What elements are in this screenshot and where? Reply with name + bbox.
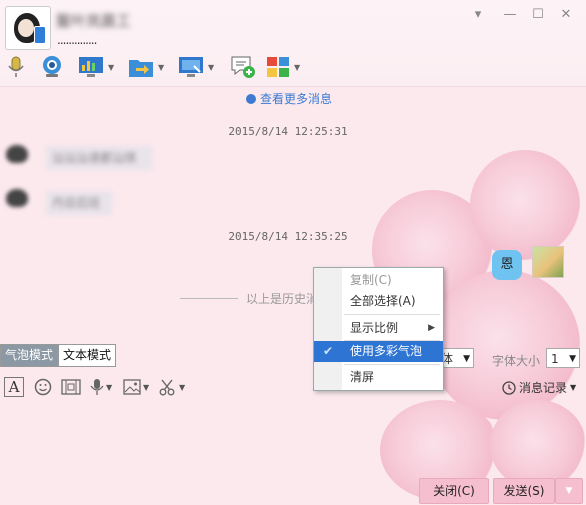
voice-call-button[interactable]	[6, 54, 26, 80]
minimize-button[interactable]: —	[500, 6, 520, 24]
close-window-button[interactable]: ✕	[556, 6, 576, 24]
submenu-arrow-icon: ▶	[428, 323, 435, 333]
voice-message-button[interactable]: ▼	[90, 376, 112, 398]
message-history-label: 消息记录	[519, 381, 568, 395]
chevron-down-icon: ▼	[569, 354, 576, 364]
film-icon	[61, 379, 81, 395]
chevron-down-icon: ▼	[570, 383, 577, 392]
message-mode-switch: 气泡模式 文本模式	[0, 344, 117, 367]
incoming-message: 汕汕汕请都汕琪	[46, 146, 152, 170]
image-icon	[123, 379, 141, 395]
bubble-mode-tab[interactable]: 气泡模式	[0, 344, 59, 367]
contact-signature: ..............	[57, 33, 97, 47]
my-avatar[interactable]	[532, 246, 564, 278]
chevron-down-icon[interactable]: ▼	[143, 383, 149, 392]
microphone-icon	[90, 379, 104, 395]
clock-icon	[246, 93, 256, 104]
menu-separator	[344, 364, 440, 365]
menu-item-colorful-bubbles[interactable]: ✔ 使用多彩气泡	[314, 341, 443, 362]
contact-name[interactable]: 鳌叶岚晨工	[56, 10, 144, 30]
smiley-icon	[34, 378, 52, 396]
divider-line	[180, 298, 238, 299]
send-image-button[interactable]: ▼	[123, 376, 149, 398]
webcam-icon	[43, 56, 61, 77]
font-icon: A	[4, 377, 24, 397]
outgoing-message: 恩	[492, 250, 522, 280]
clock-icon	[502, 380, 516, 395]
background-rose	[430, 270, 580, 420]
sender-avatar[interactable]	[6, 145, 28, 163]
view-more-messages-label: 查看更多消息	[260, 92, 333, 106]
screenshot-button[interactable]: ▼	[159, 376, 185, 398]
font-button[interactable]: A	[4, 376, 24, 398]
mobile-status-icon	[34, 26, 46, 44]
chevron-down-icon[interactable]: ▼	[208, 63, 214, 72]
font-size-value: 1	[551, 352, 559, 366]
chevron-down-icon[interactable]: ▼	[108, 63, 114, 72]
screen-share-button[interactable]: ▼	[178, 54, 214, 80]
video-call-button[interactable]	[40, 54, 64, 80]
dropdown-icon[interactable]: ▾	[468, 6, 488, 24]
message-timestamp: 2015/8/14 12:35:25	[228, 230, 348, 243]
sender-avatar[interactable]	[6, 189, 28, 207]
emoji-button[interactable]	[34, 376, 52, 398]
gif-button[interactable]	[61, 376, 81, 398]
menu-item-copy[interactable]: 复制(C)	[314, 270, 443, 291]
menu-item-select-all[interactable]: 全部选择(A)	[314, 291, 443, 312]
chevron-down-icon: ▼	[463, 354, 470, 364]
apps-button[interactable]: ▼	[266, 54, 300, 80]
close-button[interactable]: 关闭(C)	[419, 478, 489, 504]
incoming-message: 丹目后班	[46, 191, 112, 215]
menu-separator	[344, 314, 440, 315]
menu-item-clear-screen[interactable]: 清屏	[314, 367, 443, 388]
view-more-messages-link[interactable]: 查看更多消息	[246, 90, 332, 107]
remote-desktop-button[interactable]: ▼	[78, 54, 114, 80]
context-menu: 复制(C) 全部选择(A) 显示比例 ▶ ✔ 使用多彩气泡 清屏	[313, 267, 444, 391]
maximize-button[interactable]: ☐	[528, 6, 548, 24]
chat-add-icon	[231, 56, 255, 78]
send-button[interactable]: 发送(S)	[493, 478, 555, 504]
microphone-icon	[8, 56, 24, 77]
chevron-down-icon[interactable]: ▼	[294, 63, 300, 72]
message-timestamp: 2015/8/14 12:25:31	[228, 125, 348, 138]
screen-share-icon	[179, 57, 203, 77]
apps-grid-icon	[267, 57, 289, 77]
chevron-down-icon[interactable]: ▼	[106, 383, 112, 392]
monitor-chart-icon	[79, 57, 103, 77]
checkmark-icon: ✔	[323, 344, 334, 358]
font-size-select[interactable]: 1 ▼	[546, 348, 580, 368]
background-rose	[490, 400, 586, 490]
history-divider-label: 以上是历史消	[246, 292, 319, 306]
folder-arrow-icon	[129, 60, 153, 77]
message-history-button[interactable]: 消息记录 ▼	[502, 379, 576, 396]
chevron-down-icon[interactable]: ▼	[179, 383, 185, 392]
chevron-down-icon: ▼	[565, 486, 573, 496]
background-rose	[470, 150, 580, 260]
font-size-label: 字体大小	[492, 354, 541, 368]
menu-item-zoom[interactable]: 显示比例 ▶	[314, 318, 443, 339]
send-options-dropdown[interactable]: ▼	[555, 478, 583, 504]
scissors-icon	[159, 379, 175, 396]
create-discussion-button[interactable]	[230, 54, 256, 80]
history-divider: 以上是历史消	[180, 290, 318, 307]
chevron-down-icon[interactable]: ▼	[158, 63, 164, 72]
text-mode-tab[interactable]: 文本模式	[58, 344, 117, 367]
send-file-button[interactable]: ▼	[128, 54, 164, 80]
